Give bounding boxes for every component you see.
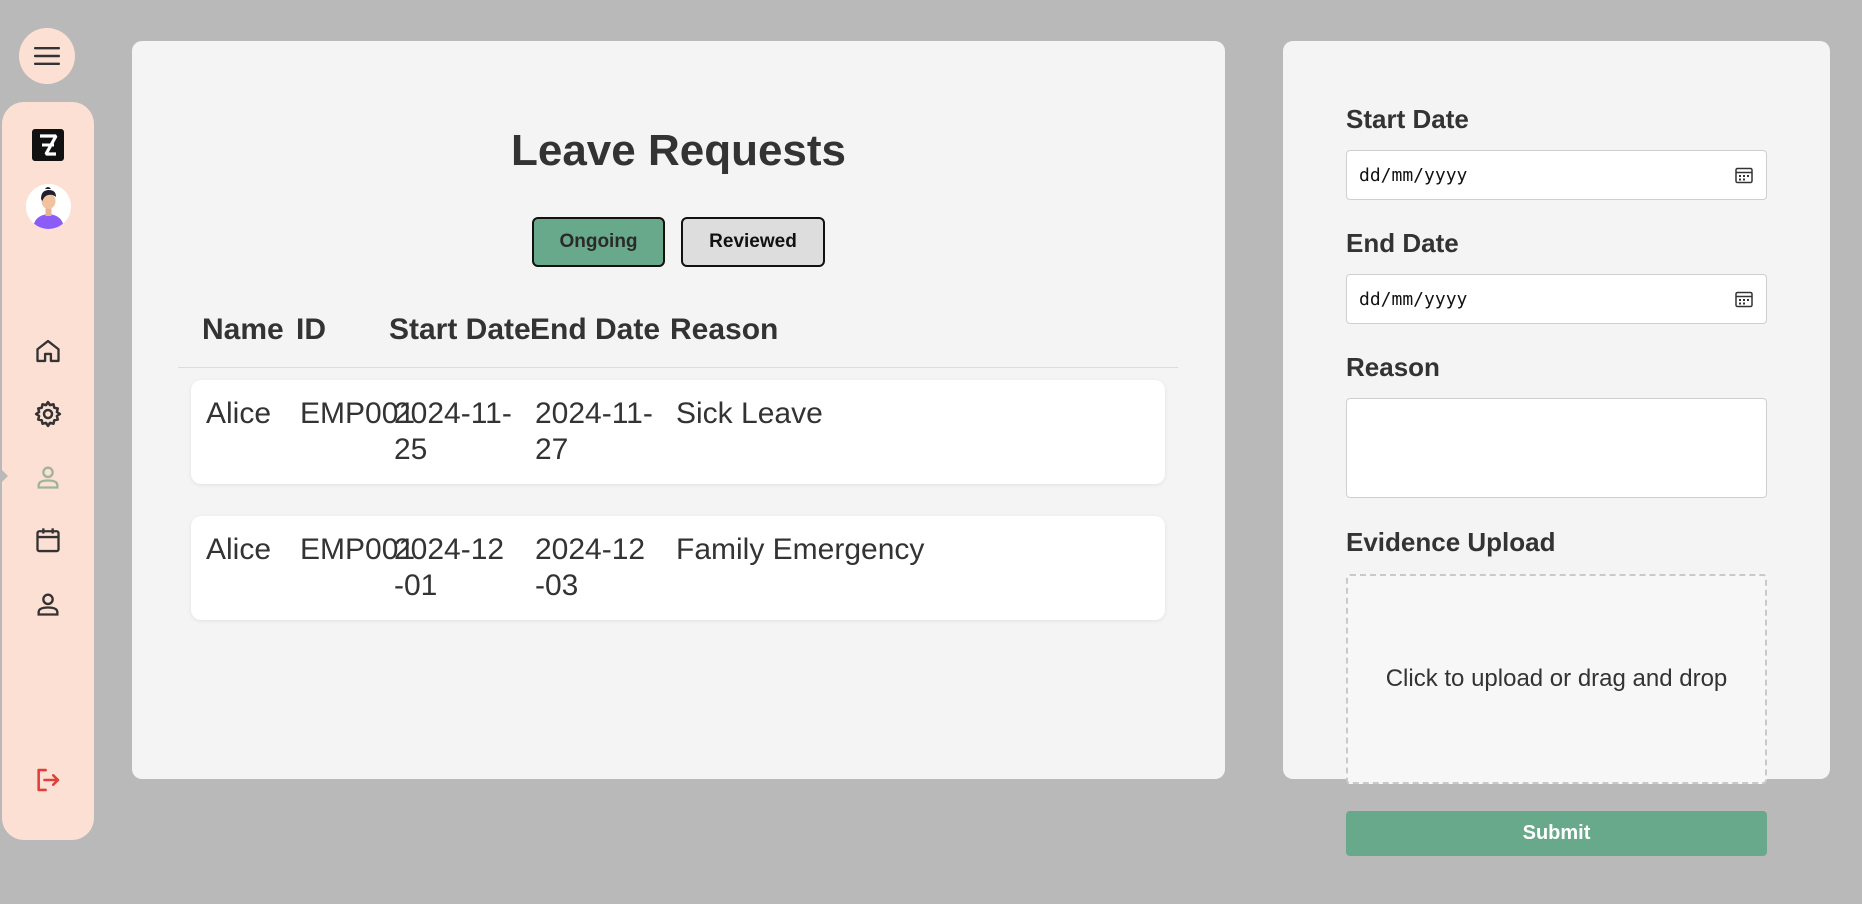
hamburger-menu-icon [34,47,60,65]
calendar-icon [36,528,60,553]
sidebar-item-profile-active[interactable] [32,461,64,493]
cell-reason: Family Emergency [676,533,925,566]
home-icon [36,339,60,363]
sidebar-item-account[interactable] [32,588,64,620]
column-header-start-date: Start Date [389,313,531,346]
start-date-input[interactable]: dd/mm/yyyy [1346,150,1767,200]
end-date-label: End Date [1346,228,1459,258]
avatar[interactable] [26,184,71,229]
brand-logo-icon [32,129,64,161]
cell-name: Alice [206,533,272,566]
sidebar-item-calendar[interactable] [32,524,64,556]
column-header-reason: Reason [670,313,779,346]
logout-button[interactable] [32,764,64,796]
sidebar [2,102,94,840]
submit-button[interactable]: Submit [1346,811,1767,856]
evidence-upload-dropzone[interactable]: Click to upload or drag and drop [1346,574,1767,784]
request-tabs: Ongoing Reviewed [532,217,825,267]
account-icon [37,593,59,616]
menu-toggle-button[interactable] [19,28,75,84]
leave-request-form: Start Date dd/mm/yyyy End Date dd/mm/yyy… [1283,41,1830,784]
person-icon [37,466,59,489]
cell-reason: Sick Leave [676,397,823,430]
start-date-label: Start Date [1346,104,1469,134]
gear-icon [34,400,62,428]
sidebar-item-home[interactable] [32,335,64,367]
reason-textarea[interactable] [1346,398,1767,498]
column-header-name: Name [202,313,284,346]
tab-reviewed[interactable]: Reviewed [681,217,825,267]
cell-end-date: 2024-12-03 [535,533,646,602]
table-header: Name ID Start Date End Date Reason [178,313,1178,368]
page-title: Leave Requests [510,126,847,175]
tab-ongoing[interactable]: Ongoing [532,217,665,267]
table-row[interactable]: Alice EMP001 2024-11-25 2024-11-27 Sick … [191,380,1165,484]
end-date-input[interactable]: dd/mm/yyyy [1346,274,1767,324]
calendar-picker-icon[interactable] [1734,289,1754,309]
cell-name: Alice [206,397,272,430]
reason-label: Reason [1346,352,1440,382]
cell-start-date: 2024-12-01 [394,533,505,602]
column-header-id: ID [296,313,326,346]
start-date-placeholder: dd/mm/yyyy [1359,164,1468,186]
upload-instructions: Click to upload or drag and drop [1385,665,1728,692]
cell-start-date: 2024-11-25 [394,397,512,466]
leave-requests-panel: Leave Requests Ongoing Reviewed Name ID … [132,41,1225,779]
calendar-picker-icon[interactable] [1734,165,1754,185]
end-date-placeholder: dd/mm/yyyy [1359,288,1468,310]
evidence-upload-label: Evidence Upload [1346,527,1556,557]
sidebar-item-settings[interactable] [32,398,64,430]
cell-end-date: 2024-11-27 [535,397,653,466]
column-header-end-date: End Date [530,313,661,346]
active-nav-indicator [0,466,8,486]
logout-icon [37,768,60,792]
table-row[interactable]: Alice EMP001 2024-12-01 2024-12-03 Famil… [191,516,1165,620]
